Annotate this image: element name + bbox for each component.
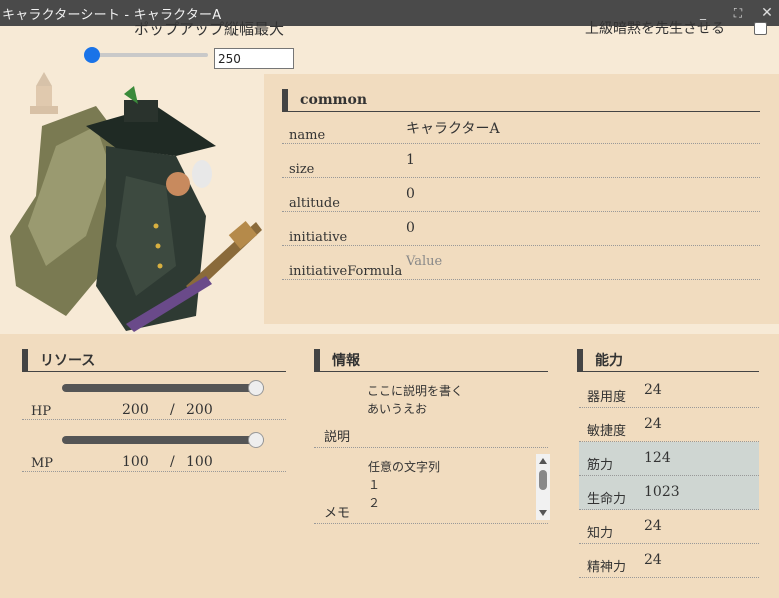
common-row-size[interactable]: size 1 — [282, 144, 760, 178]
scroll-thumb[interactable] — [539, 470, 547, 490]
info-section-header: 情報 — [314, 348, 548, 372]
common-row-name[interactable]: name キャラクターA — [282, 110, 760, 144]
resource-name: MP — [31, 456, 54, 471]
section-bar — [22, 348, 28, 371]
scroll-up-icon[interactable] — [539, 458, 547, 464]
ability-key: 精神力 — [587, 560, 627, 575]
ability-key: 知力 — [587, 526, 614, 541]
resource-slash: / — [170, 402, 175, 418]
info-heading: 情報 — [332, 352, 360, 369]
ability-value[interactable]: 1023 — [644, 484, 680, 500]
hp-slider[interactable] — [62, 380, 264, 396]
common-panel: common name キャラクターA size 1 altitude 0 in… — [264, 74, 779, 324]
slider-thumb[interactable] — [248, 380, 264, 396]
field-value-placeholder[interactable]: Value — [406, 254, 442, 269]
ability-value[interactable]: 24 — [644, 416, 662, 432]
ability-value[interactable]: 24 — [644, 518, 662, 534]
resource-slash: / — [170, 454, 175, 470]
slider-track — [90, 53, 208, 57]
field-key: initiativeFormula — [289, 264, 403, 279]
memo-row[interactable]: 任意の文字列 １ ２ メモ — [314, 454, 550, 524]
common-section-header: common — [282, 88, 760, 112]
character-sprite — [10, 86, 262, 332]
abilities-heading: 能力 — [595, 352, 623, 369]
ability-row-dexterity[interactable]: 器用度 24 — [579, 374, 759, 408]
resource-row-mp: MP 100 / 100 — [22, 452, 286, 472]
resource-current[interactable]: 100 — [122, 454, 149, 470]
slider-track — [62, 384, 264, 392]
maximize-icon[interactable]: ⛶ — [728, 0, 748, 26]
ability-key: 器用度 — [587, 390, 627, 405]
field-key: altitude — [289, 196, 340, 211]
resource-row-hp: HP 200 / 200 — [22, 400, 286, 420]
option-checkbox[interactable] — [754, 22, 767, 35]
description-row[interactable]: ここに説明を書く あいうえお 説明 — [314, 374, 548, 448]
ability-row-intelligence[interactable]: 知力 24 — [579, 510, 759, 544]
memo-key: メモ — [324, 506, 351, 521]
resource-max[interactable]: 200 — [186, 402, 213, 418]
mp-slider[interactable] — [62, 432, 264, 448]
resource-current[interactable]: 200 — [122, 402, 149, 418]
popup-height-label: ポップアップ縦幅最大 — [134, 20, 285, 38]
field-value[interactable]: 0 — [406, 220, 415, 236]
ability-row-agility[interactable]: 敏捷度 24 — [579, 408, 759, 442]
memo-textarea[interactable]: 任意の文字列 １ ２ — [362, 454, 550, 520]
ability-key: 生命力 — [587, 492, 627, 507]
option-label: 上級暗黙を先生させる — [585, 21, 725, 37]
popup-height-slider[interactable] — [84, 46, 212, 64]
ability-key: 敏捷度 — [587, 424, 627, 439]
abilities-section-header: 能力 — [577, 348, 759, 372]
common-row-initiative[interactable]: initiative 0 — [282, 212, 760, 246]
bottom-panels: リソース HP 200 / 200 MP 100 / 100 情報 ここに説明を… — [0, 334, 779, 598]
description-text[interactable]: ここに説明を書く あいうえお — [367, 382, 463, 418]
ability-row-strength[interactable]: 筋力 124 — [579, 442, 759, 476]
resource-max[interactable]: 100 — [186, 454, 213, 470]
field-value[interactable]: キャラクターA — [406, 118, 500, 138]
section-bar — [282, 88, 288, 111]
ability-row-spirit[interactable]: 精神力 24 — [579, 544, 759, 578]
memo-scrollbar[interactable] — [536, 454, 550, 520]
ability-row-vitality[interactable]: 生命力 1023 — [579, 476, 759, 510]
resource-name: HP — [31, 404, 52, 419]
ability-key: 筋力 — [587, 458, 614, 473]
ability-value[interactable]: 24 — [644, 382, 662, 398]
slider-thumb[interactable] — [84, 47, 100, 63]
field-value[interactable]: 0 — [406, 186, 415, 202]
field-key: initiative — [289, 230, 348, 245]
field-value[interactable]: 1 — [406, 152, 415, 168]
section-bar — [314, 348, 320, 371]
description-key: 説明 — [324, 430, 351, 445]
common-row-altitude[interactable]: altitude 0 — [282, 178, 760, 212]
common-heading: common — [300, 91, 368, 108]
field-key: size — [289, 162, 315, 177]
scroll-down-icon[interactable] — [539, 510, 547, 516]
slider-thumb[interactable] — [248, 432, 264, 448]
memo-text[interactable]: 任意の文字列 １ ２ — [368, 458, 440, 512]
popup-height-input[interactable] — [214, 48, 294, 69]
section-bar — [577, 348, 583, 371]
common-row-initiative-formula[interactable]: initiativeFormula Value — [282, 246, 760, 280]
ability-value[interactable]: 24 — [644, 552, 662, 568]
resources-section-header: リソース — [22, 348, 286, 372]
resources-heading: リソース — [40, 352, 96, 369]
ability-value[interactable]: 124 — [644, 450, 671, 466]
slider-track — [62, 436, 264, 444]
field-key: name — [289, 128, 326, 143]
